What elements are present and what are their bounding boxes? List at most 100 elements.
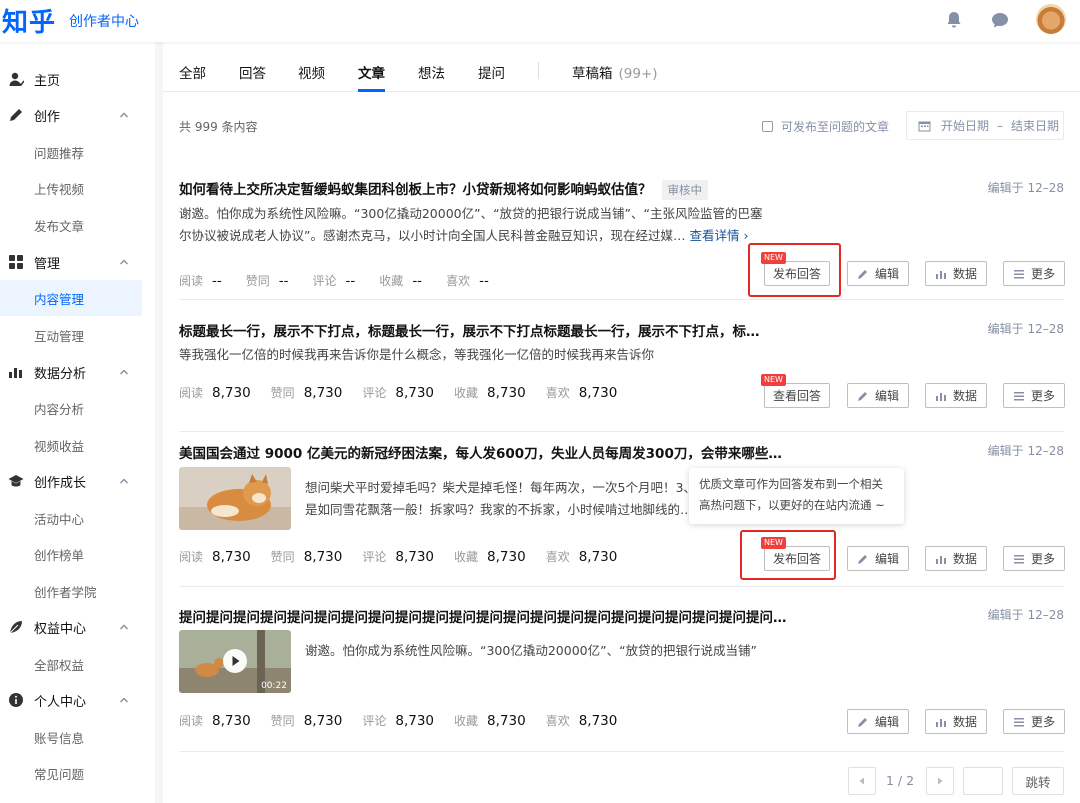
item-stats: 阅读 8,730 赞同 8,730 评论 8,730 收藏 8,730 喜欢 8,730 bbox=[179, 548, 618, 565]
edit-button[interactable]: 编辑 bbox=[847, 261, 909, 286]
sidebar-item-question-recommend[interactable]: 问题推荐 bbox=[0, 134, 142, 170]
date-range-picker[interactable]: 开始日期 – 结束日期 bbox=[906, 111, 1064, 140]
next-page-button[interactable] bbox=[926, 767, 954, 795]
sidebar-item-faq[interactable]: 常见问题 bbox=[0, 755, 142, 791]
bell-icon[interactable] bbox=[944, 10, 964, 30]
item-stats: 阅读 8,730 赞同 8,730 评论 8,730 收藏 8,730 喜欢 8,730 bbox=[179, 712, 618, 729]
more-button[interactable]: 更多 bbox=[1003, 261, 1065, 286]
date-end: 结束日期 bbox=[1011, 119, 1060, 133]
sidebar-item-content-analysis[interactable]: 内容分析 bbox=[0, 390, 142, 426]
data-button[interactable]: 数据 bbox=[925, 383, 987, 408]
triangle-left-icon bbox=[859, 777, 864, 785]
sidebar-item-label: 创作成长 bbox=[34, 475, 87, 491]
more-button[interactable]: 更多 bbox=[1003, 383, 1065, 408]
play-icon[interactable] bbox=[223, 649, 247, 673]
chat-bubble-icon[interactable] bbox=[990, 10, 1010, 30]
view-answer-button[interactable]: NEW 查看回答 bbox=[761, 374, 830, 408]
sidebar-group-manage[interactable]: 管理 bbox=[0, 244, 155, 280]
tab-drafts[interactable]: 草稿箱 (99+) bbox=[572, 62, 658, 82]
edit-time: 编辑于 12–28 bbox=[987, 181, 1064, 195]
sidebar-item-all-rights[interactable]: 全部权益 bbox=[0, 646, 142, 682]
sidebar-item-creator-academy[interactable]: 创作者学院 bbox=[0, 573, 142, 609]
more-button[interactable]: 更多 bbox=[1003, 709, 1065, 734]
sidebar-item-home[interactable]: 主页 bbox=[0, 61, 155, 97]
more-button[interactable]: 更多 bbox=[1003, 546, 1065, 571]
item-title[interactable]: 提问提问提问提问提问提问提问提问提问提问提问提问提问提问提问提问提问提问提问提问… bbox=[179, 606, 787, 626]
sidebar-item-content-manage[interactable]: 内容管理 bbox=[0, 280, 142, 316]
sidebar-group-create[interactable]: 创作 bbox=[0, 97, 155, 133]
bar-chart-icon bbox=[935, 718, 946, 727]
sidebar-group-rights[interactable]: 权益中心 bbox=[0, 609, 155, 645]
article-thumbnail[interactable] bbox=[179, 467, 291, 530]
chevron-up-icon[interactable] bbox=[119, 367, 129, 377]
menu-icon bbox=[1013, 269, 1024, 278]
item-title[interactable]: 美国国会通过 9000 亿美元的新冠纾困法案，每人发600刀，失业人员每周发30… bbox=[179, 442, 782, 462]
item-stats: 阅读 8,730 赞同 8,730 评论 8,730 收藏 8,730 喜欢 8,730 bbox=[179, 384, 618, 401]
video-thumbnail[interactable]: 00:22 bbox=[179, 630, 291, 693]
sidebar-item-activity-center[interactable]: 活动中心 bbox=[0, 500, 142, 536]
tab-thoughts[interactable]: 想法 bbox=[418, 62, 445, 82]
tab-all[interactable]: 全部 bbox=[179, 62, 206, 82]
pencil-icon bbox=[857, 269, 867, 279]
content-tabs: 全部 回答 视频 文章 想法 提问 草稿箱 (99+) bbox=[163, 42, 1080, 92]
person-icon bbox=[9, 72, 24, 87]
sidebar-item-upload-video[interactable]: 上传视频 bbox=[0, 170, 142, 206]
triangle-right-icon bbox=[938, 777, 943, 785]
edit-button[interactable]: 编辑 bbox=[847, 383, 909, 408]
pencil-icon bbox=[10, 109, 22, 121]
drafts-count: (99+) bbox=[618, 66, 658, 82]
sidebar-item-publish-article[interactable]: 发布文章 bbox=[0, 207, 142, 243]
sidebar-group-analytics[interactable]: 数据分析 bbox=[0, 354, 155, 390]
tab-videos[interactable]: 视频 bbox=[298, 62, 325, 82]
avatar[interactable] bbox=[1036, 4, 1066, 34]
tab-answers[interactable]: 回答 bbox=[239, 62, 266, 82]
page-number-input[interactable] bbox=[963, 767, 1003, 795]
tab-divider bbox=[538, 62, 539, 79]
chevron-up-icon[interactable] bbox=[119, 695, 129, 705]
chevron-up-icon[interactable] bbox=[119, 257, 129, 267]
zhihu-logo[interactable]: 知乎 bbox=[2, 2, 56, 39]
top-header: 知乎 创作者中心 bbox=[0, 0, 1080, 42]
item-title[interactable]: 标题最长一行，展示不下打点，标题最长一行，展示不下打点标题最长一行，展示不下打点… bbox=[179, 320, 760, 340]
sidebar-item-creator-ranking[interactable]: 创作榜单 bbox=[0, 536, 142, 572]
status-badge: 审核中 bbox=[661, 180, 708, 200]
chevron-up-icon[interactable] bbox=[119, 476, 129, 486]
checkbox-box[interactable] bbox=[762, 121, 773, 132]
data-button[interactable]: 数据 bbox=[925, 261, 987, 286]
creator-center-title[interactable]: 创作者中心 bbox=[69, 11, 139, 31]
data-button[interactable]: 数据 bbox=[925, 709, 987, 734]
edit-time: 编辑于 12–28 bbox=[987, 444, 1064, 458]
sidebar-group-growth[interactable]: 创作成长 bbox=[0, 463, 155, 499]
sidebar-item-interaction-manage[interactable]: 互动管理 bbox=[0, 317, 142, 353]
calendar-icon bbox=[918, 121, 931, 131]
highlight-box bbox=[740, 530, 836, 580]
edit-button[interactable]: 编辑 bbox=[847, 709, 909, 734]
prev-page-button[interactable] bbox=[848, 767, 876, 795]
menu-icon bbox=[1013, 391, 1024, 400]
grid-icon bbox=[9, 255, 23, 269]
checkbox-label: 可发布至问题的文章 bbox=[781, 120, 890, 134]
sidebar-item-video-revenue[interactable]: 视频收益 bbox=[0, 427, 142, 463]
sidebar-group-personal[interactable]: 个人中心 bbox=[0, 682, 155, 718]
tab-articles[interactable]: 文章 bbox=[358, 62, 385, 82]
date-separator: – bbox=[997, 118, 1004, 133]
edit-button[interactable]: 编辑 bbox=[847, 546, 909, 571]
pencil-icon bbox=[857, 391, 867, 401]
sidebar-item-label: 数据分析 bbox=[34, 366, 87, 382]
edit-time: 编辑于 12–28 bbox=[987, 322, 1064, 336]
list-item: 标题最长一行，展示不下打点，标题最长一行，展示不下打点标题最长一行，展示不下打点… bbox=[179, 320, 1064, 432]
sidebar-item-label: 主页 bbox=[34, 73, 61, 89]
view-details-link[interactable]: 查看详情 › bbox=[689, 228, 748, 243]
chevron-up-icon[interactable] bbox=[119, 622, 129, 632]
item-title[interactable]: 如何看待上交所决定暂缓蚂蚁集团科创板上市？小贷新规将如何影响蚂蚁估值？ 审核中 bbox=[179, 178, 708, 200]
jump-button[interactable]: 跳转 bbox=[1012, 767, 1064, 795]
date-start: 开始日期 bbox=[941, 119, 990, 133]
item-excerpt: 谢邀。怕你成为系统性风险嘛。“300亿撬动20000亿”、“放贷的把银行说成当铺… bbox=[305, 643, 758, 658]
chevron-up-icon[interactable] bbox=[119, 110, 129, 120]
bar-chart-icon bbox=[935, 555, 946, 564]
active-tab-indicator bbox=[358, 89, 385, 92]
sidebar-item-account-info[interactable]: 账号信息 bbox=[0, 719, 142, 755]
tab-questions[interactable]: 提问 bbox=[478, 62, 505, 82]
data-button[interactable]: 数据 bbox=[925, 546, 987, 571]
publishable-filter-checkbox[interactable]: 可发布至问题的文章 bbox=[762, 118, 889, 135]
